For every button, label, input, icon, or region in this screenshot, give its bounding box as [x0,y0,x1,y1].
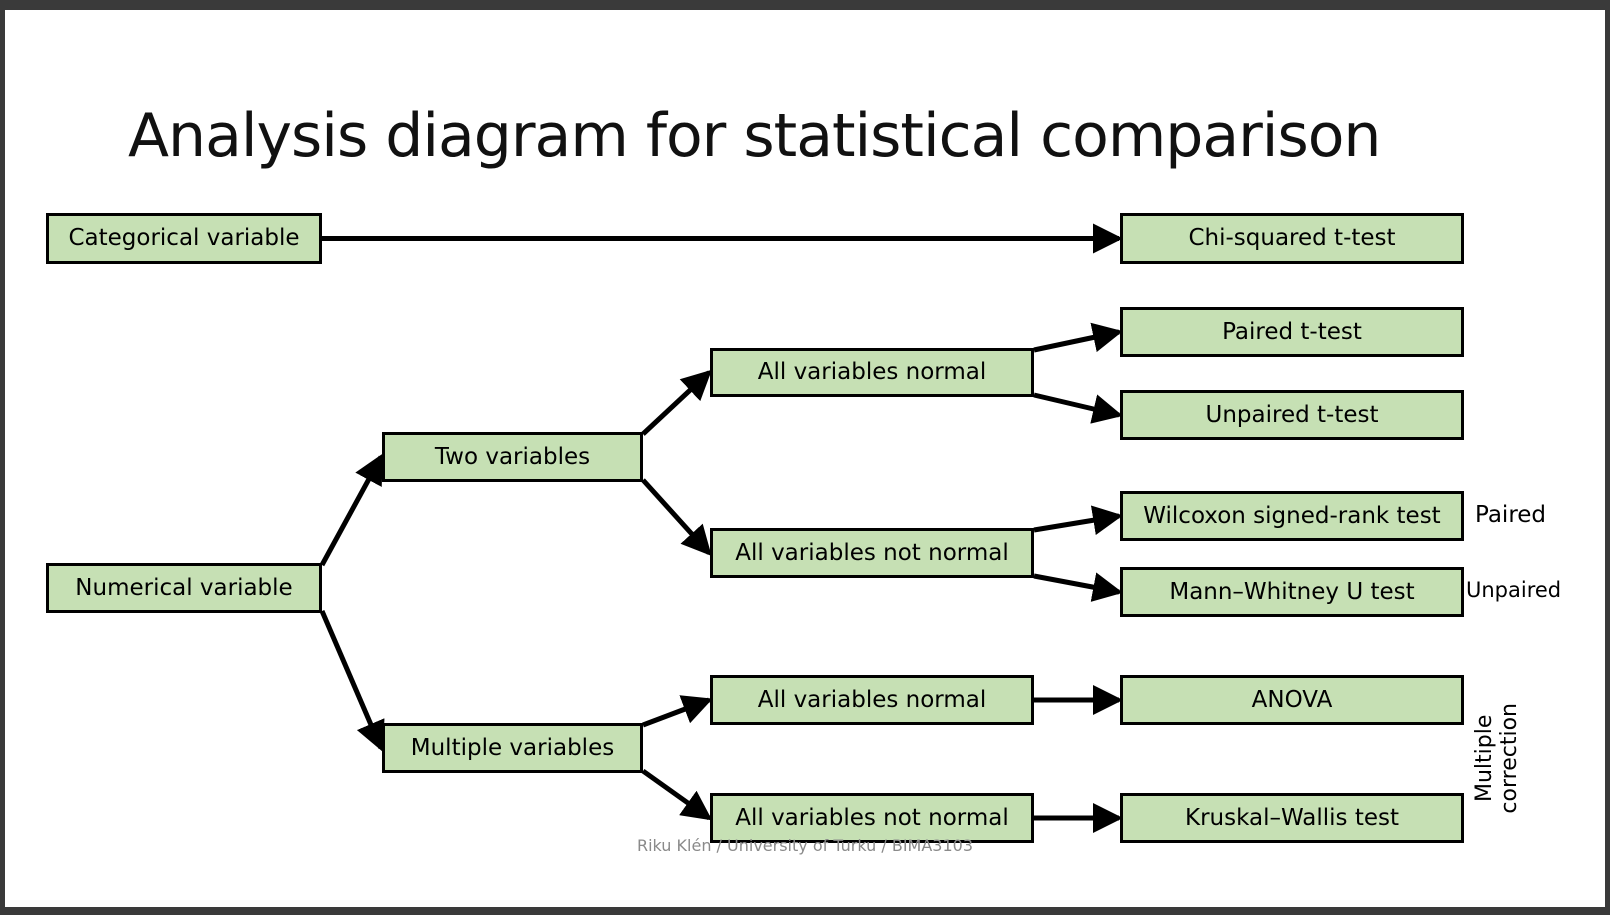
arrow-two_not_normal-to-mann_whitney [1033,572,1123,602]
node-multiple-variables: Multiple variables [382,723,643,773]
node-two-variables: Two variables [382,432,643,482]
node-chi-squared-t-test: Chi-squared t-test [1120,213,1464,264]
node-paired-t-test: Paired t-test [1120,307,1464,357]
label-multiple-correction: Multiple correction [1467,692,1527,824]
arrow-numerical_variable-to-two_variables [319,453,384,567]
arrow-two_not_normal-to-wilcoxon [1033,505,1123,536]
arrow-multiple_variables-to-multi_not_normal [641,768,713,821]
node-unpaired-t-test: Unpaired t-test [1120,390,1464,440]
arrow-numerical_variable-to-multiple_variables [319,610,385,752]
node-multi-vars-all-normal: All variables normal [710,675,1034,725]
label-multiple-correction-line1: Multiple [1471,714,1497,802]
label-paired: Paired [1475,502,1547,528]
arrow-two_normal-to-paired_t_test [1033,322,1123,353]
node-mann-whitney-u-test: Mann–Whitney U test [1120,567,1464,617]
arrow-two_variables-to-two_not_normal [641,478,712,556]
node-wilcoxon-signed-rank-test: Wilcoxon signed-rank test [1120,491,1464,541]
node-numerical-variable: Numerical variable [46,563,322,613]
connector-layer [319,223,1124,833]
slide-footer: Riku Klén / University of Turku / BIMA31… [636,836,974,855]
node-categorical-variable: Categorical variable [46,213,322,264]
label-unpaired: Unpaired [1466,578,1562,602]
arrow-two_variables-to-two_normal [641,369,712,436]
label-multiple-correction-line2: correction [1497,702,1522,814]
slide: Analysis diagram for statistical compari… [5,10,1605,907]
node-two-vars-all-normal: All variables normal [710,348,1034,397]
node-anova: ANOVA [1120,675,1464,725]
arrow-multiple_variables-to-multi_normal [642,695,713,728]
arrow-two_normal-to-unpaired_t_test [1033,392,1123,424]
node-two-vars-not-normal: All variables not normal [710,528,1034,578]
